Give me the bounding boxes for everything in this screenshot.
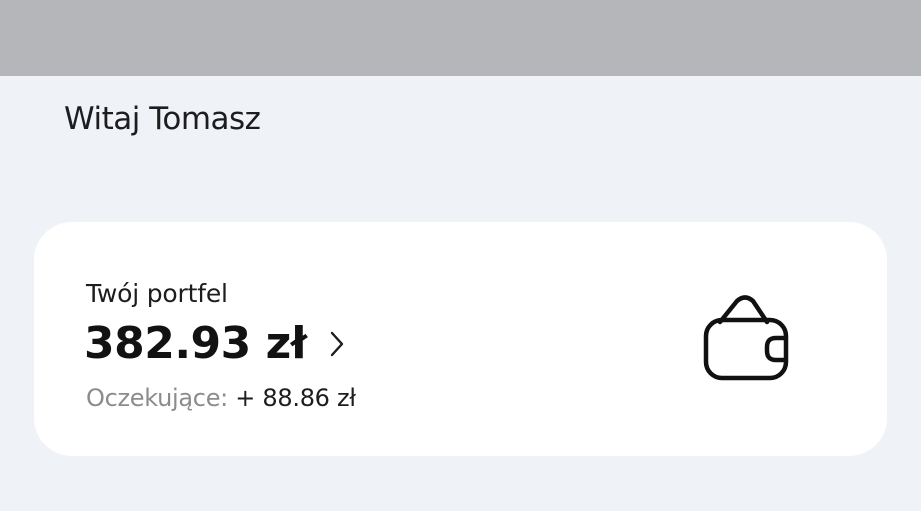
chevron-right-icon[interactable] [329, 330, 345, 358]
greeting-text: Witaj Tomasz [64, 101, 261, 137]
wallet-card[interactable]: Twój portfel 382.93 zł Oczekujące: + 88.… [34, 222, 887, 456]
pending-value: + 88.86 zł [235, 384, 356, 412]
wallet-icon [700, 294, 790, 384]
pending-amount: Oczekujące: + 88.86 zł [86, 382, 356, 414]
pending-label: Oczekujące: [86, 384, 228, 412]
wallet-balance: 382.93 zł [84, 318, 307, 369]
balance-row[interactable]: 382.93 zł [84, 317, 345, 371]
wallet-title: Twój portfel [86, 279, 228, 308]
status-bar [0, 0, 921, 76]
